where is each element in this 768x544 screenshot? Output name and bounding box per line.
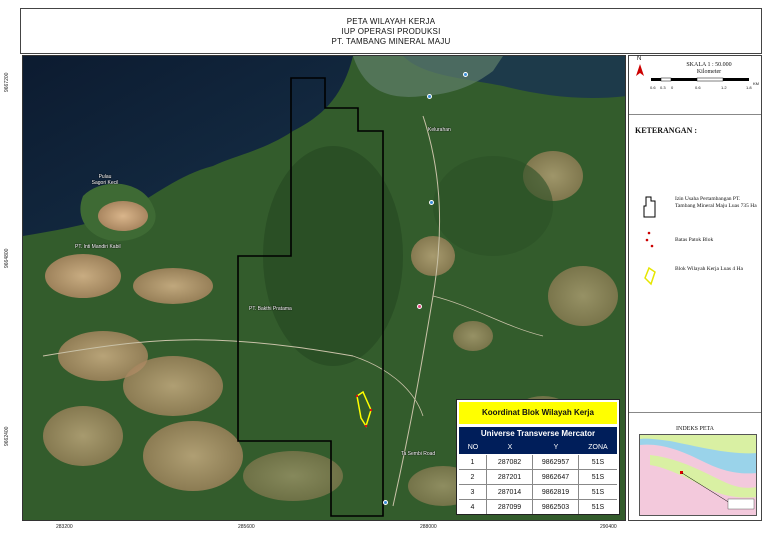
scale-label: SKALA 1 : 50.000 Kilometer bbox=[686, 62, 732, 75]
patok-marker-icon bbox=[645, 231, 654, 248]
x-tick: 288000 bbox=[420, 524, 437, 530]
legend-item-patok: Batas Patok Blok bbox=[675, 237, 714, 243]
table-subtitle: Universe Transverse Mercator bbox=[459, 427, 617, 441]
map-title: PETA WILAYAH KERJA bbox=[346, 17, 436, 26]
table-row: 1 287082 9862957 51S bbox=[459, 455, 617, 470]
map-pin[interactable] bbox=[427, 94, 432, 99]
header-y: Y bbox=[553, 444, 559, 451]
index-map-title: INDEKS PETA bbox=[675, 426, 715, 432]
table-row: 2 287201 9862647 51S bbox=[459, 470, 617, 485]
legend-item-work-block: Blok Wilayah Kerja Luas 4 Ha bbox=[675, 266, 743, 272]
title-block: PETA WILAYAH KERJA IUP OPERASI PRODUKSI … bbox=[20, 8, 762, 54]
header-x: X bbox=[507, 444, 513, 451]
x-tick: 283200 bbox=[56, 524, 73, 530]
header-zona: ZONA bbox=[588, 444, 608, 451]
y-tick: 9664800 bbox=[4, 248, 10, 268]
map-pin[interactable] bbox=[463, 72, 468, 77]
label-pt-inti-mandiri: PT. Inti Mandiri Kabil bbox=[75, 244, 121, 250]
legend-section: KETERANGAN : Izin Usaha Pertambangan PT.… bbox=[629, 116, 761, 413]
north-arrow-icon: N bbox=[635, 56, 645, 83]
map-sheet: PETA WILAYAH KERJA IUP OPERASI PRODUKSI … bbox=[0, 0, 768, 544]
label-ta-sembi: Ta Sembi Road bbox=[401, 451, 436, 457]
y-tick: 9662400 bbox=[4, 426, 10, 446]
label-pt-bakti: PT. Bakthi Pratama bbox=[249, 306, 292, 312]
label-pulau-sagori: Pulau Sagori Kecil bbox=[91, 174, 119, 186]
legend-title: KETERANGAN : bbox=[635, 126, 698, 135]
x-tick: 290400 bbox=[600, 524, 617, 530]
coordinate-table: Koordinat Blok Wilayah Kerja Universe Tr… bbox=[456, 399, 620, 515]
index-map[interactable] bbox=[639, 434, 757, 516]
map-pin[interactable] bbox=[383, 500, 388, 505]
scale-bar bbox=[651, 77, 749, 82]
table-row: 4 287099 9862503 51S bbox=[459, 500, 617, 515]
scale-section: N SKALA 1 : 50.000 Kilometer 0.6 0.3 0 0… bbox=[629, 56, 761, 115]
work-block-icon bbox=[644, 266, 656, 286]
header-no: NO bbox=[467, 444, 479, 451]
index-map-section: INDEKS PETA bbox=[629, 414, 761, 520]
x-tick: 285600 bbox=[238, 524, 255, 530]
side-panel: N SKALA 1 : 50.000 Kilometer 0.6 0.3 0 0… bbox=[628, 55, 762, 521]
map-subtitle: IUP OPERASI PRODUKSI bbox=[341, 27, 441, 36]
map-pin[interactable] bbox=[429, 200, 434, 205]
iup-boundary-icon bbox=[643, 196, 656, 218]
table-row: 3 287014 9862819 51S bbox=[459, 485, 617, 500]
map-pin[interactable] bbox=[417, 304, 422, 309]
y-tick: 9667200 bbox=[4, 72, 10, 92]
table-title: Koordinat Blok Wilayah Kerja bbox=[459, 402, 617, 424]
legend-item-iup: Izin Usaha Pertambangan PT. Tambang Mine… bbox=[675, 196, 757, 209]
table-header: NO X Y ZONA bbox=[459, 441, 617, 454]
label-kelurahan: Kelurahan bbox=[428, 127, 451, 133]
company-name: PT. TAMBANG MINERAL MAJU bbox=[331, 37, 451, 46]
